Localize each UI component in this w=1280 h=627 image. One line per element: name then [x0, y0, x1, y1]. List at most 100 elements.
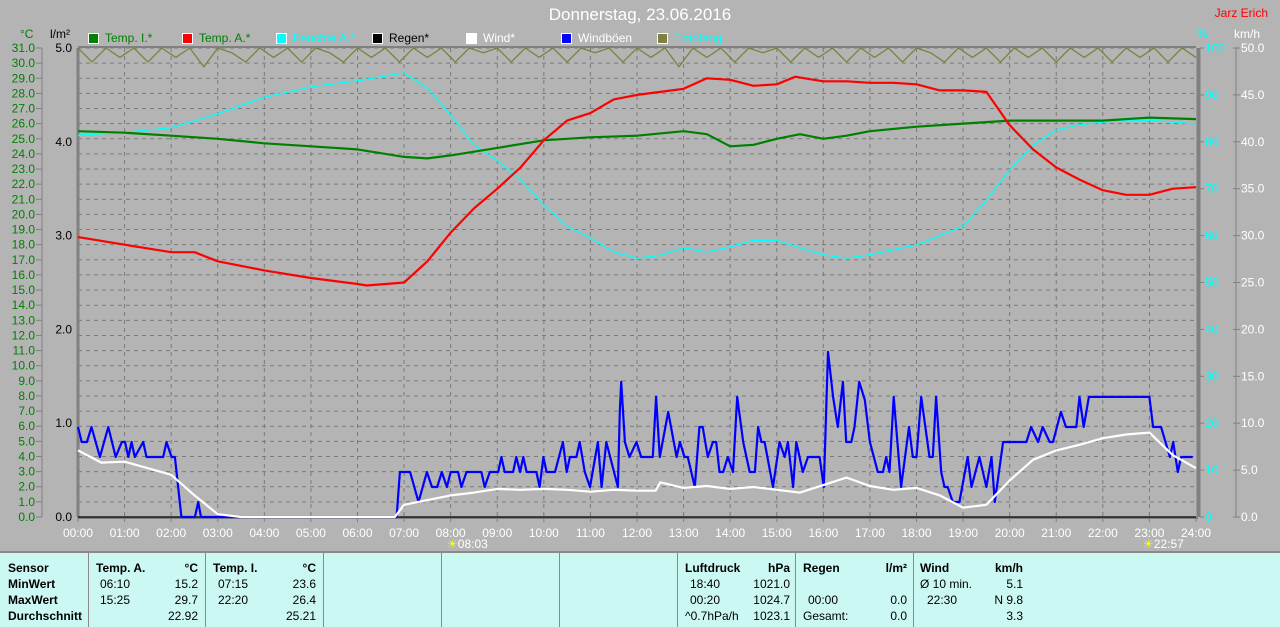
wind-tick-label: 25.0: [1241, 276, 1265, 290]
column-divider: [88, 553, 89, 627]
column-divider: [913, 553, 914, 627]
legend-swatch: [88, 32, 99, 44]
legend-label: Windböen: [578, 31, 633, 45]
temp-tick-label: 20.0: [12, 207, 36, 221]
author-name: Jarz Erich: [1214, 6, 1268, 20]
column-divider: [323, 553, 324, 627]
humidity-tick-label: 60: [1205, 229, 1219, 243]
temp-a-max: 29.7: [174, 593, 198, 607]
legend-item-temp-i[interactable]: Temp. I.*: [88, 31, 152, 45]
temp-i-header: Temp. I.: [213, 561, 258, 575]
temp-i-unit: °C: [302, 561, 316, 575]
humidity-tick-label: 80: [1205, 135, 1219, 149]
x-tick-label: 03:00: [203, 526, 233, 540]
sunset-time: 22:57: [1153, 537, 1184, 551]
legend-item-humidity[interactable]: Feuchte A.*: [276, 31, 355, 45]
wind-tick-label: 0.0: [1241, 510, 1258, 524]
legend-label: Empfang: [674, 31, 723, 45]
temp-tick-label: 22.0: [12, 177, 36, 191]
wind-max: N 9.8: [994, 593, 1023, 607]
rain-tick-label: 0.0: [55, 510, 72, 524]
rain-time: 00:00: [808, 593, 839, 607]
pressure-min: 1021.0: [753, 577, 790, 591]
temp-tick-label: 12.0: [12, 328, 36, 342]
pressure-max-time: 00:20: [690, 593, 721, 607]
wind-tick-label: 30.0: [1241, 229, 1265, 243]
pressure-avg: 1023.1: [753, 609, 790, 623]
temp-tick-label: 30.0: [12, 56, 36, 70]
rain-header: Regen: [803, 561, 840, 575]
sunrise-time: 08:03: [457, 537, 488, 551]
x-tick-label: 15:00: [762, 526, 792, 540]
wind-axis-unit: km/h: [1234, 27, 1261, 41]
column-divider: [795, 553, 796, 627]
wind-tick-label: 40.0: [1241, 135, 1265, 149]
temp-tick-label: 2.0: [18, 480, 35, 494]
temp-tick-label: 4.0: [18, 449, 35, 463]
series-line-temp-a: [77, 75, 1197, 287]
x-tick-label: 19:00: [948, 526, 978, 540]
sunrise-icon: ☀: [447, 537, 458, 551]
wind-tick-label: 10.0: [1241, 416, 1265, 430]
humidity-tick-label: 10: [1205, 463, 1219, 477]
sunset-icon: ☀: [1143, 537, 1154, 551]
legend-item-rain[interactable]: Regen*: [372, 31, 429, 45]
legend-item-gusts[interactable]: Windböen: [561, 31, 632, 45]
temp-a-avg: 22.92: [167, 609, 198, 623]
temp-tick-label: 9.0: [18, 374, 35, 388]
legend-swatch: [561, 32, 572, 44]
x-tick-label: 11:00: [576, 526, 605, 540]
temp-i-min-time: 07:15: [218, 577, 249, 591]
humidity-tick-label: 50: [1205, 276, 1219, 290]
temp-tick-label: 11.0: [13, 344, 36, 358]
wind-tick-label: 5.0: [1241, 463, 1258, 477]
row-label-avg: Durchschnitt: [8, 609, 83, 623]
pressure-min-time: 18:40: [690, 577, 721, 591]
temp-axis-unit: °C: [20, 27, 34, 41]
x-tick-label: 06:00: [342, 526, 372, 540]
rain-total-label: Gesamt:: [803, 609, 849, 623]
wind-tick-label: 50.0: [1241, 41, 1265, 55]
legend-item-reception[interactable]: Empfang: [657, 31, 722, 45]
wind-tick-label: 35.0: [1241, 182, 1265, 196]
humidity-tick-label: 0: [1205, 510, 1212, 524]
legend-swatch: [182, 32, 193, 44]
x-tick-label: 12:00: [622, 526, 652, 540]
humidity-tick-label: 70: [1205, 182, 1219, 196]
temp-tick-label: 18.0: [12, 238, 36, 252]
legend-swatch: [372, 32, 383, 44]
temp-a-unit: °C: [184, 561, 198, 575]
x-tick-label: 20:00: [995, 526, 1025, 540]
temp-tick-label: 10.0: [12, 359, 36, 373]
series-line-feuchte-a: [77, 72, 1197, 259]
column-divider: [441, 553, 442, 627]
series-line-windböen: [76, 350, 1193, 519]
wind-avg10-label: Ø 10 min.: [920, 577, 973, 591]
rain-unit: l/m²: [885, 561, 907, 575]
x-tick-label: 10:00: [529, 526, 559, 540]
x-tick-label: 07:00: [389, 526, 419, 540]
row-label-min: MinWert: [8, 577, 56, 591]
temp-tick-label: 6.0: [18, 419, 35, 433]
temp-i-max-time: 22:20: [218, 593, 249, 607]
temp-tick-label: 14.0: [12, 298, 36, 312]
wind-unit: km/h: [994, 561, 1023, 575]
humidity-tick-label: 90: [1205, 88, 1219, 102]
wind-avg10: 5.1: [1006, 577, 1023, 591]
temp-tick-label: 0.0: [18, 510, 35, 524]
legend-item-wind[interactable]: Wind*: [466, 31, 515, 45]
x-tick-label: 02:00: [156, 526, 186, 540]
temp-tick-label: 1.0: [18, 495, 35, 509]
temp-tick-label: 23.0: [12, 162, 36, 176]
rain-tick-label: 2.0: [55, 322, 72, 336]
wind-header: Wind: [920, 561, 950, 575]
wind-max-time: 22:30: [927, 593, 958, 607]
legend-swatch: [466, 32, 477, 44]
wind-tick-label: 15.0: [1241, 369, 1265, 383]
temp-tick-label: 21.0: [12, 192, 36, 206]
temp-tick-label: 7.0: [18, 404, 35, 418]
x-tick-label: 00:00: [63, 526, 93, 540]
legend-item-temp-a[interactable]: Temp. A.*: [182, 31, 250, 45]
pressure-max: 1024.7: [753, 593, 790, 607]
x-tick-label: 13:00: [669, 526, 699, 540]
